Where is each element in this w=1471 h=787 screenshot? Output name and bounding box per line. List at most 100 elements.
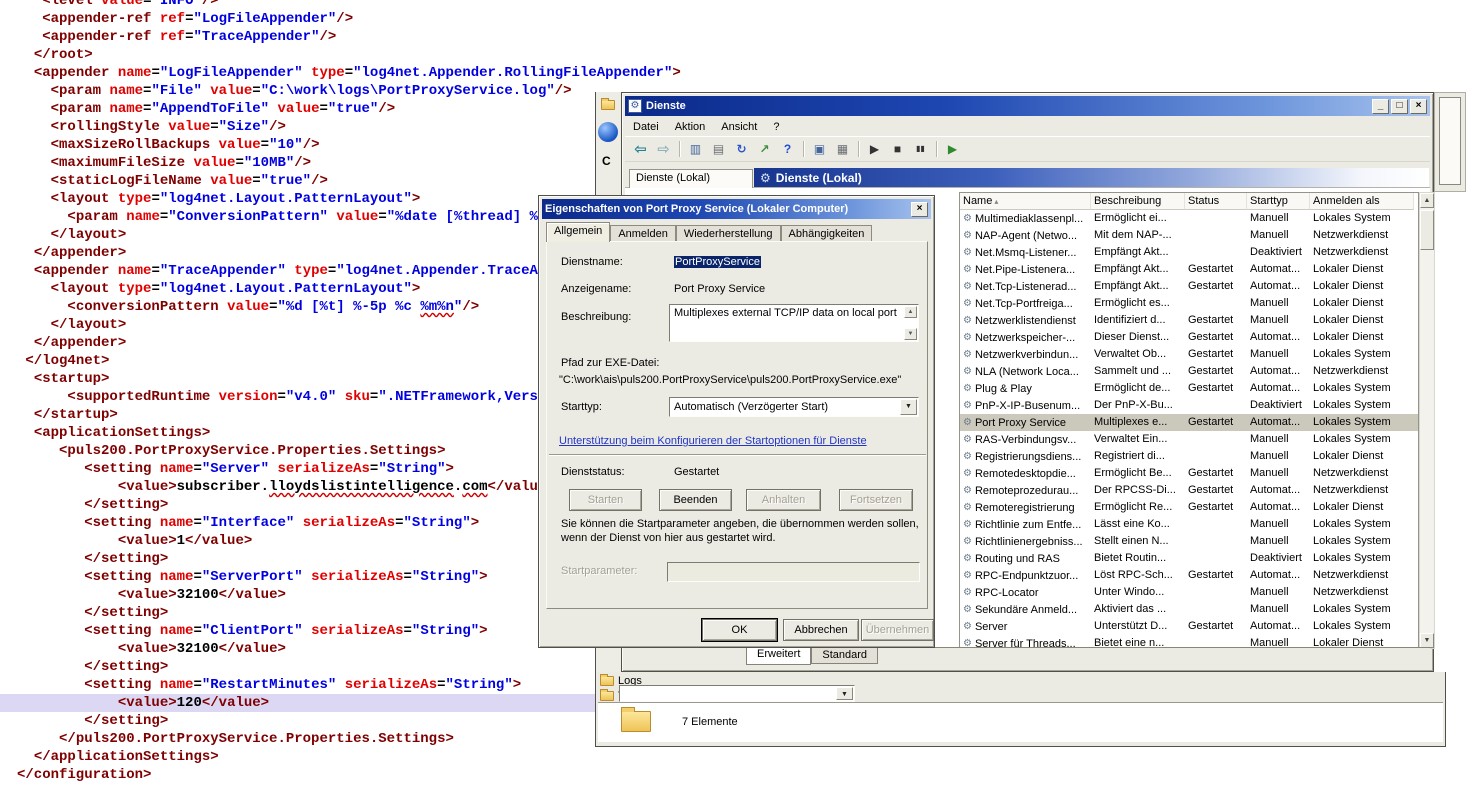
tab-anmelden[interactable]: Anmelden bbox=[610, 225, 676, 242]
cancel-button[interactable]: Abbrechen bbox=[783, 619, 859, 641]
show-console-tree-icon[interactable]: ▥ bbox=[685, 139, 706, 159]
table-row[interactable]: ⚙Remotedesktopdie...Ermöglicht Be...Gest… bbox=[960, 465, 1418, 482]
table-row[interactable]: ⚙Net.Pipe-Listenera...Empfängt Akt...Ges… bbox=[960, 261, 1418, 278]
scroll-down-icon[interactable]: ▼ bbox=[1420, 633, 1434, 648]
maximize-button[interactable]: □ bbox=[1391, 99, 1408, 114]
scroll-down-icon[interactable]: ▼ bbox=[904, 328, 917, 340]
code-line: <appender-ref ref="LogFileAppender"/> bbox=[17, 10, 849, 28]
table-row[interactable]: ⚙Richtlinienergebniss...Stellt einen N..… bbox=[960, 533, 1418, 550]
ok-button[interactable]: OK bbox=[702, 619, 777, 641]
table-row[interactable]: ⚙Netzwerkspeicher-...Dieser Dienst...Ges… bbox=[960, 329, 1418, 346]
service-gear-icon: ⚙ bbox=[963, 383, 972, 394]
startoptions-help-link[interactable]: Unterstützung beim Konfigurieren der Sta… bbox=[559, 435, 867, 447]
menu-item[interactable]: ? bbox=[765, 119, 787, 135]
menu-item[interactable]: Datei bbox=[625, 119, 667, 135]
scroll-up-icon[interactable]: ▲ bbox=[1420, 193, 1434, 208]
table-row[interactable]: ⚙Plug & PlayErmöglicht de...GestartetAut… bbox=[960, 380, 1418, 397]
table-row[interactable]: ⚙Net.Tcp-Portfreiga...Ermöglicht es...Ma… bbox=[960, 295, 1418, 312]
view-tab-erweitert[interactable]: Erweitert bbox=[746, 647, 811, 665]
table-row[interactable]: ⚙Richtlinie zum Entfe...Lässt eine Ko...… bbox=[960, 516, 1418, 533]
beschreibung-text: Multiplexes external TCP/IP data on loca… bbox=[674, 307, 897, 319]
help-icon[interactable]: ? bbox=[777, 139, 798, 159]
tab-allgemein[interactable]: Allgemein bbox=[546, 222, 610, 242]
table-row[interactable]: ⚙RemoteregistrierungErmöglicht Re...Gest… bbox=[960, 499, 1418, 516]
close-button[interactable]: × bbox=[911, 202, 928, 217]
forward-icon[interactable]: ⇨ bbox=[653, 139, 674, 159]
menu-item[interactable]: Ansicht bbox=[713, 119, 765, 135]
tab-wiederherstellung[interactable]: Wiederherstellung bbox=[676, 225, 781, 242]
table-row[interactable]: ⚙NetzwerklistendienstIdentifiziert d...G… bbox=[960, 312, 1418, 329]
stop-service-icon[interactable]: ■ bbox=[887, 139, 908, 159]
window-titlebar[interactable]: ⚙ Dienste _□× bbox=[625, 96, 1430, 116]
console-tree-tab[interactable]: Dienste (Lokal) bbox=[629, 169, 753, 188]
table-row[interactable]: ⚙Remoteprozedurau...Der RPCSS-Di...Gesta… bbox=[960, 482, 1418, 499]
refresh-icon[interactable]: ↻ bbox=[731, 139, 752, 159]
pause-service-button[interactable]: Anhalten bbox=[746, 489, 821, 511]
tab-abhängigkeiten[interactable]: Abhängigkeiten bbox=[781, 225, 873, 242]
close-button[interactable]: × bbox=[1410, 99, 1427, 114]
export-list-icon[interactable]: ▤ bbox=[708, 139, 729, 159]
back-icon[interactable]: ⇦ bbox=[630, 139, 651, 159]
table-row[interactable]: ⚙RPC-Endpunktzuor...Löst RPC-Sch...Gesta… bbox=[960, 567, 1418, 584]
table-row[interactable]: ⚙Sekundäre Anmeld...Aktiviert das ...Man… bbox=[960, 601, 1418, 618]
table-row[interactable]: ⚙NLA (Network Loca...Sammelt und ...Gest… bbox=[960, 363, 1418, 380]
column-header[interactable]: Starttyp bbox=[1247, 193, 1310, 210]
startparameter-input[interactable] bbox=[667, 562, 920, 582]
folder-combobox[interactable]: ▼ bbox=[619, 685, 855, 702]
properties-dialog[interactable]: Eigenschaften von Port Proxy Service (Lo… bbox=[538, 195, 935, 648]
menu-item[interactable]: Aktion bbox=[667, 119, 714, 135]
chevron-down-icon[interactable]: ▼ bbox=[836, 687, 853, 700]
table-row[interactable]: ⚙ServerUnterstützt D...GestartetAutomat.… bbox=[960, 618, 1418, 635]
chevron-down-icon[interactable]: ▼ bbox=[900, 399, 917, 415]
column-header[interactable]: Name▴ bbox=[960, 193, 1091, 210]
table-row[interactable]: ⚙NAP-Agent (Netwo...Mit dem NAP-...Manue… bbox=[960, 227, 1418, 244]
code-line: </configuration> bbox=[17, 766, 849, 784]
start-service-button[interactable]: Starten bbox=[569, 489, 642, 511]
service-gear-icon: ⚙ bbox=[963, 451, 972, 462]
table-row[interactable]: ⚙Net.Tcp-Listenerad...Empfängt Akt...Ges… bbox=[960, 278, 1418, 295]
app-orb-icon bbox=[598, 122, 618, 142]
table-row[interactable]: ⚙Netzwerkverbindun...Verwaltet Ob...Gest… bbox=[960, 346, 1418, 363]
scroll-up-icon[interactable]: ▲ bbox=[904, 306, 917, 318]
resume-service-button[interactable]: Fortsetzen bbox=[839, 489, 913, 511]
table-row[interactable]: ⚙Registrierungsdiens...Registriert di...… bbox=[960, 448, 1418, 465]
apply-button[interactable]: Übernehmen bbox=[861, 619, 934, 641]
dienstname-value[interactable]: PortProxyService bbox=[674, 256, 761, 268]
extended-view-title: Dienste (Lokal) bbox=[776, 171, 862, 185]
dialog-titlebar[interactable]: Eigenschaften von Port Proxy Service (Lo… bbox=[542, 199, 931, 219]
anzeigename-label: Anzeigename: bbox=[561, 283, 631, 295]
table-row[interactable]: ⚙Routing und RASBietet Routin...Deaktivi… bbox=[960, 550, 1418, 567]
list-scrollbar[interactable]: ▲ ▼ bbox=[1419, 192, 1435, 649]
column-header[interactable]: Status bbox=[1185, 193, 1247, 210]
view-tab-standard[interactable]: Standard bbox=[811, 648, 878, 664]
restart-service-icon[interactable]: ▶ bbox=[942, 139, 963, 159]
services-app-icon: ⚙ bbox=[628, 99, 642, 113]
column-header[interactable]: Beschreibung bbox=[1091, 193, 1185, 210]
table-row[interactable]: ⚙PnP-X-IP-Busenum...Der PnP-X-Bu...Deakt… bbox=[960, 397, 1418, 414]
divider bbox=[549, 454, 926, 456]
starttyp-value: Automatisch (Verzögerter Start) bbox=[674, 401, 828, 413]
pfad-label: Pfad zur EXE-Datei: bbox=[561, 357, 659, 369]
start-service-icon[interactable]: ▶ bbox=[864, 139, 885, 159]
startparameter-label: Startparameter: bbox=[561, 565, 637, 577]
minimize-button[interactable]: _ bbox=[1372, 99, 1389, 114]
export-icon[interactable]: ↗ bbox=[754, 139, 775, 159]
beschreibung-scrollbar[interactable]: ▲ ▼ bbox=[904, 306, 917, 340]
services-list[interactable]: Name▴BeschreibungStatusStarttypAnmelden … bbox=[959, 192, 1419, 649]
beschreibung-box[interactable]: Multiplexes external TCP/IP data on loca… bbox=[669, 304, 919, 342]
table-row[interactable]: ⚙RPC-LocatorUnter Windo...ManuellNetzwer… bbox=[960, 584, 1418, 601]
service-name: RPC-Endpunktzuor... bbox=[975, 570, 1078, 582]
table-row[interactable]: ⚙Port Proxy ServiceMultiplexes e...Gesta… bbox=[960, 414, 1418, 431]
table-row[interactable]: ⚙Multimediaklassenpl...Ermöglicht ei...M… bbox=[960, 210, 1418, 227]
table-row[interactable]: ⚙Net.Msmq-Listener...Empfängt Akt...Deak… bbox=[960, 244, 1418, 261]
column-header[interactable]: Anmelden als bbox=[1310, 193, 1414, 210]
standard-view-icon[interactable]: ▦ bbox=[832, 139, 853, 159]
table-row[interactable]: ⚙RAS-Verbindungsv...Verwaltet Ein...Manu… bbox=[960, 431, 1418, 448]
starttyp-select[interactable]: Automatisch (Verzögerter Start) ▼ bbox=[669, 397, 919, 417]
scrollbar-thumb[interactable] bbox=[1420, 210, 1434, 250]
pause-service-icon[interactable]: ▮▮ bbox=[910, 139, 931, 159]
stop-service-button[interactable]: Beenden bbox=[659, 489, 732, 511]
code-line: </applicationSettings> bbox=[17, 748, 849, 766]
extended-view-icon[interactable]: ▣ bbox=[809, 139, 830, 159]
service-name: Plug & Play bbox=[975, 383, 1032, 395]
